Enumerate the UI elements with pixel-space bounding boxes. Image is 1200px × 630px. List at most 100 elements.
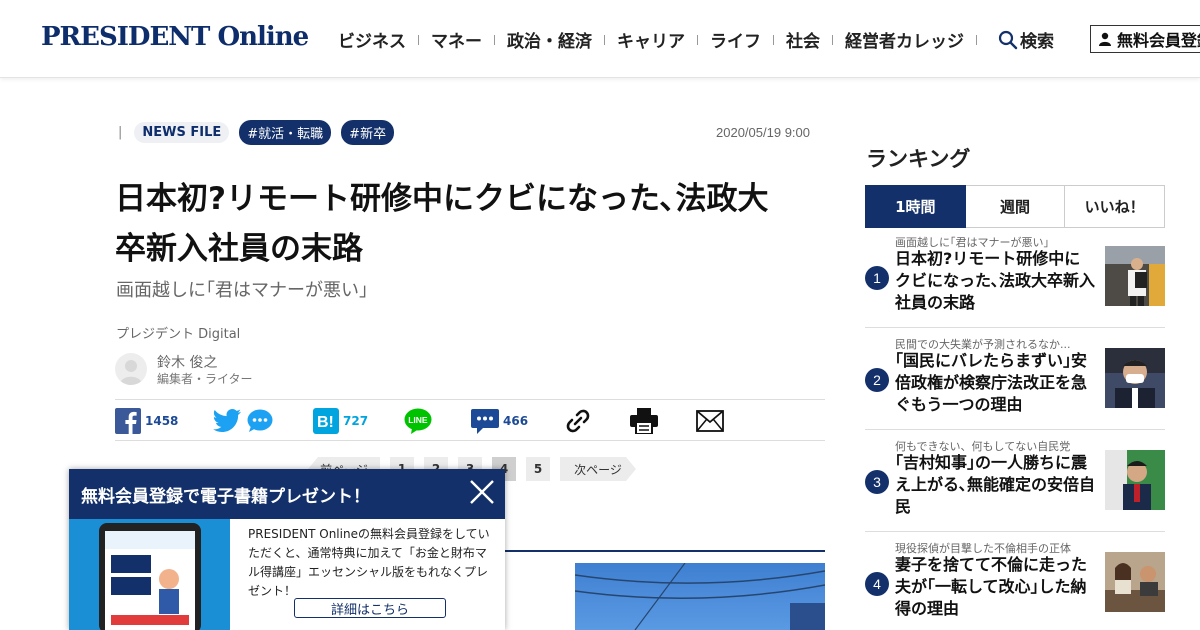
print-button[interactable] (630, 408, 658, 434)
comment-bubble-button[interactable] (247, 408, 273, 434)
ranking-item[interactable]: 画面越しに｢君はマナーが悪い｣ 1 日本初?リモート研修中にクビになった､法政大… (865, 226, 1165, 328)
hatena-count: 727 (343, 414, 369, 428)
facebook-count: 1458 (145, 414, 179, 428)
nav-money[interactable]: マネー (431, 27, 482, 52)
comments-share[interactable]: 466 (471, 408, 528, 434)
rank-number-badge: 3 (865, 470, 889, 494)
register-label: 無料会員登録 (1117, 31, 1200, 50)
nav-life[interactable]: ライフ (710, 27, 761, 52)
line-icon: LINE (404, 408, 432, 434)
ranking-headline[interactable]: ｢吉村知事｣の一人勝ちに震え上がる､無能確定の安倍自民 (895, 452, 1095, 518)
rank-number-badge: 1 (865, 266, 889, 290)
nav-executive-college[interactable]: 経営者カレッジ (845, 27, 964, 52)
popup-details-button[interactable]: 詳細はこちら (294, 598, 446, 618)
ranking-headline[interactable]: 妻子を捨てて不倫に走った夫が｢一転して改心｣した納得の理由 (895, 554, 1095, 620)
register-button[interactable]: 無料会員登録 (1090, 25, 1200, 53)
popup-header: 無料会員登録で電子書籍プレゼント！ (69, 469, 505, 519)
close-icon[interactable] (467, 477, 497, 507)
rank-number-badge: 4 (865, 572, 889, 596)
tag-new-graduate[interactable]: #新卒 (341, 119, 395, 145)
meta-divider: | (118, 124, 123, 140)
ranking-headline[interactable]: ｢国民にバレたらまずい｣安倍政権が検察庁法改正を急ぐもう一つの理由 (895, 350, 1095, 416)
twitter-icon (213, 409, 241, 432)
article-source[interactable]: プレジデント Digital (116, 323, 240, 342)
author-role: 編集者・ライター (157, 372, 253, 386)
facebook-share[interactable]: 1458 (115, 408, 178, 434)
nav-politics-economy[interactable]: 政治・経済 (507, 27, 592, 52)
comment-icon (471, 409, 499, 434)
nav-divider (697, 34, 698, 45)
email-share[interactable] (696, 408, 724, 434)
search-button[interactable]: 検索 (998, 27, 1054, 52)
register-promo-popup: 無料会員登録で電子書籍プレゼント！ PRESIDENT Onlineの無料会員登… (69, 469, 505, 630)
nav-divider (773, 34, 774, 45)
ranking-tabs: 1時間 週間 いいね！ (865, 185, 1166, 228)
tab-likes[interactable]: いいね！ (1065, 185, 1166, 228)
main-nav: ビジネス マネー 政治・経済 キャリア ライフ 社会 経営者カレッジ (338, 27, 989, 52)
envelope-icon (696, 410, 724, 432)
tablet-ebook-icon (69, 519, 230, 630)
photo-politician-mask-icon (1105, 348, 1165, 408)
twitter-share[interactable] (213, 408, 241, 434)
ranking-thumbnail[interactable] (1105, 552, 1165, 612)
rank-number-badge: 2 (865, 368, 889, 392)
ranking-headline[interactable]: 日本初?リモート研修中にクビになった､法政大卒新入社員の末路 (895, 248, 1095, 314)
ranking-thumbnail[interactable] (1105, 348, 1165, 408)
nav-divider (418, 34, 419, 45)
popup-body: PRESIDENT Onlineの無料会員登録をしていただくと、通常特典に加えて… (248, 527, 490, 598)
nav-divider (604, 34, 605, 45)
svg-text:LINE: LINE (408, 415, 428, 425)
ranking-item[interactable]: 現役探偵が目撃した不倫相手の正体 4 妻子を捨てて不倫に走った夫が｢一転して改心… (865, 532, 1165, 630)
ranking-title: ランキング (866, 147, 971, 171)
nav-business[interactable]: ビジネス (338, 27, 406, 52)
ranking-thumbnail[interactable] (1105, 450, 1165, 510)
tab-1hour[interactable]: 1時間 (865, 185, 966, 228)
svg-text:B!: B! (317, 414, 334, 431)
popup-title: 無料会員登録で電子書籍プレゼント！ (81, 486, 370, 507)
search-icon (998, 30, 1018, 49)
avatar-placeholder-icon (120, 360, 142, 385)
comment-count: 466 (503, 414, 529, 428)
nav-career[interactable]: キャリア (617, 27, 685, 52)
photo-governor-icon (1105, 450, 1165, 510)
article-title: 日本初?リモート研修中にクビになった､法政大 卒新入社員の末路 (115, 174, 815, 274)
publish-date: 2020/05/19 9:00 (716, 124, 810, 140)
photo-man-backpack-icon (1105, 246, 1165, 306)
line-share[interactable]: LINE (404, 408, 432, 434)
printer-icon (630, 408, 658, 434)
ranking-item[interactable]: 民間での大失業が予測されるなか... 2 ｢国民にバレたらまずい｣安倍政権が検察… (865, 328, 1165, 430)
nav-society[interactable]: 社会 (786, 27, 820, 52)
nav-divider (832, 34, 833, 45)
facebook-icon (115, 408, 141, 434)
author-avatar[interactable] (115, 353, 147, 385)
sky-power-lines-image (575, 563, 825, 630)
user-icon (1099, 32, 1111, 46)
nav-divider (976, 34, 977, 45)
ranking-item[interactable]: 何もできない、何もしてない自民党 3 ｢吉村知事｣の一人勝ちに震え上がる､無能確… (865, 430, 1165, 532)
hatena-bookmark-share[interactable]: B! 727 (313, 408, 368, 434)
site-header: PRESIDENT Online ビジネス マネー 政治・経済 キャリア ライフ… (0, 0, 1200, 78)
article-subtitle: 画面越しに｢君はマナーが悪い｣ (116, 280, 368, 301)
ebook-cover-image (69, 519, 230, 630)
author-name[interactable]: 鈴木 俊之 (157, 352, 217, 372)
article-title-line1: 日本初?リモート研修中にクビになった､法政大 (115, 181, 769, 217)
nav-divider (494, 34, 495, 45)
photo-couple-cafe-icon (1105, 552, 1165, 612)
article-meta: | NEWS FILE #就活・転職 #新卒 2020/05/19 9:00 (118, 119, 810, 145)
tab-weekly[interactable]: 週間 (965, 185, 1066, 228)
tag-job-change[interactable]: #就活・転職 (239, 119, 332, 145)
next-page-button[interactable]: 次ページ (560, 457, 636, 481)
share-bar: 1458 B! 727 LINE 466 (115, 399, 825, 441)
category-badge[interactable]: NEWS FILE (134, 121, 230, 143)
article-title-line2: 卒新入社員の末路 (115, 231, 363, 267)
hatena-bookmark-icon: B! (313, 408, 339, 434)
link-icon (566, 409, 590, 433)
section-divider (505, 550, 825, 552)
copy-link-button[interactable] (564, 408, 592, 434)
ranking-thumbnail[interactable] (1105, 246, 1165, 306)
article-photo (575, 563, 825, 630)
page-5[interactable]: 5 (526, 457, 550, 481)
site-logo[interactable]: PRESIDENT Online (41, 22, 309, 52)
speech-bubble-icon (247, 409, 273, 432)
search-label: 検索 (1020, 32, 1054, 52)
